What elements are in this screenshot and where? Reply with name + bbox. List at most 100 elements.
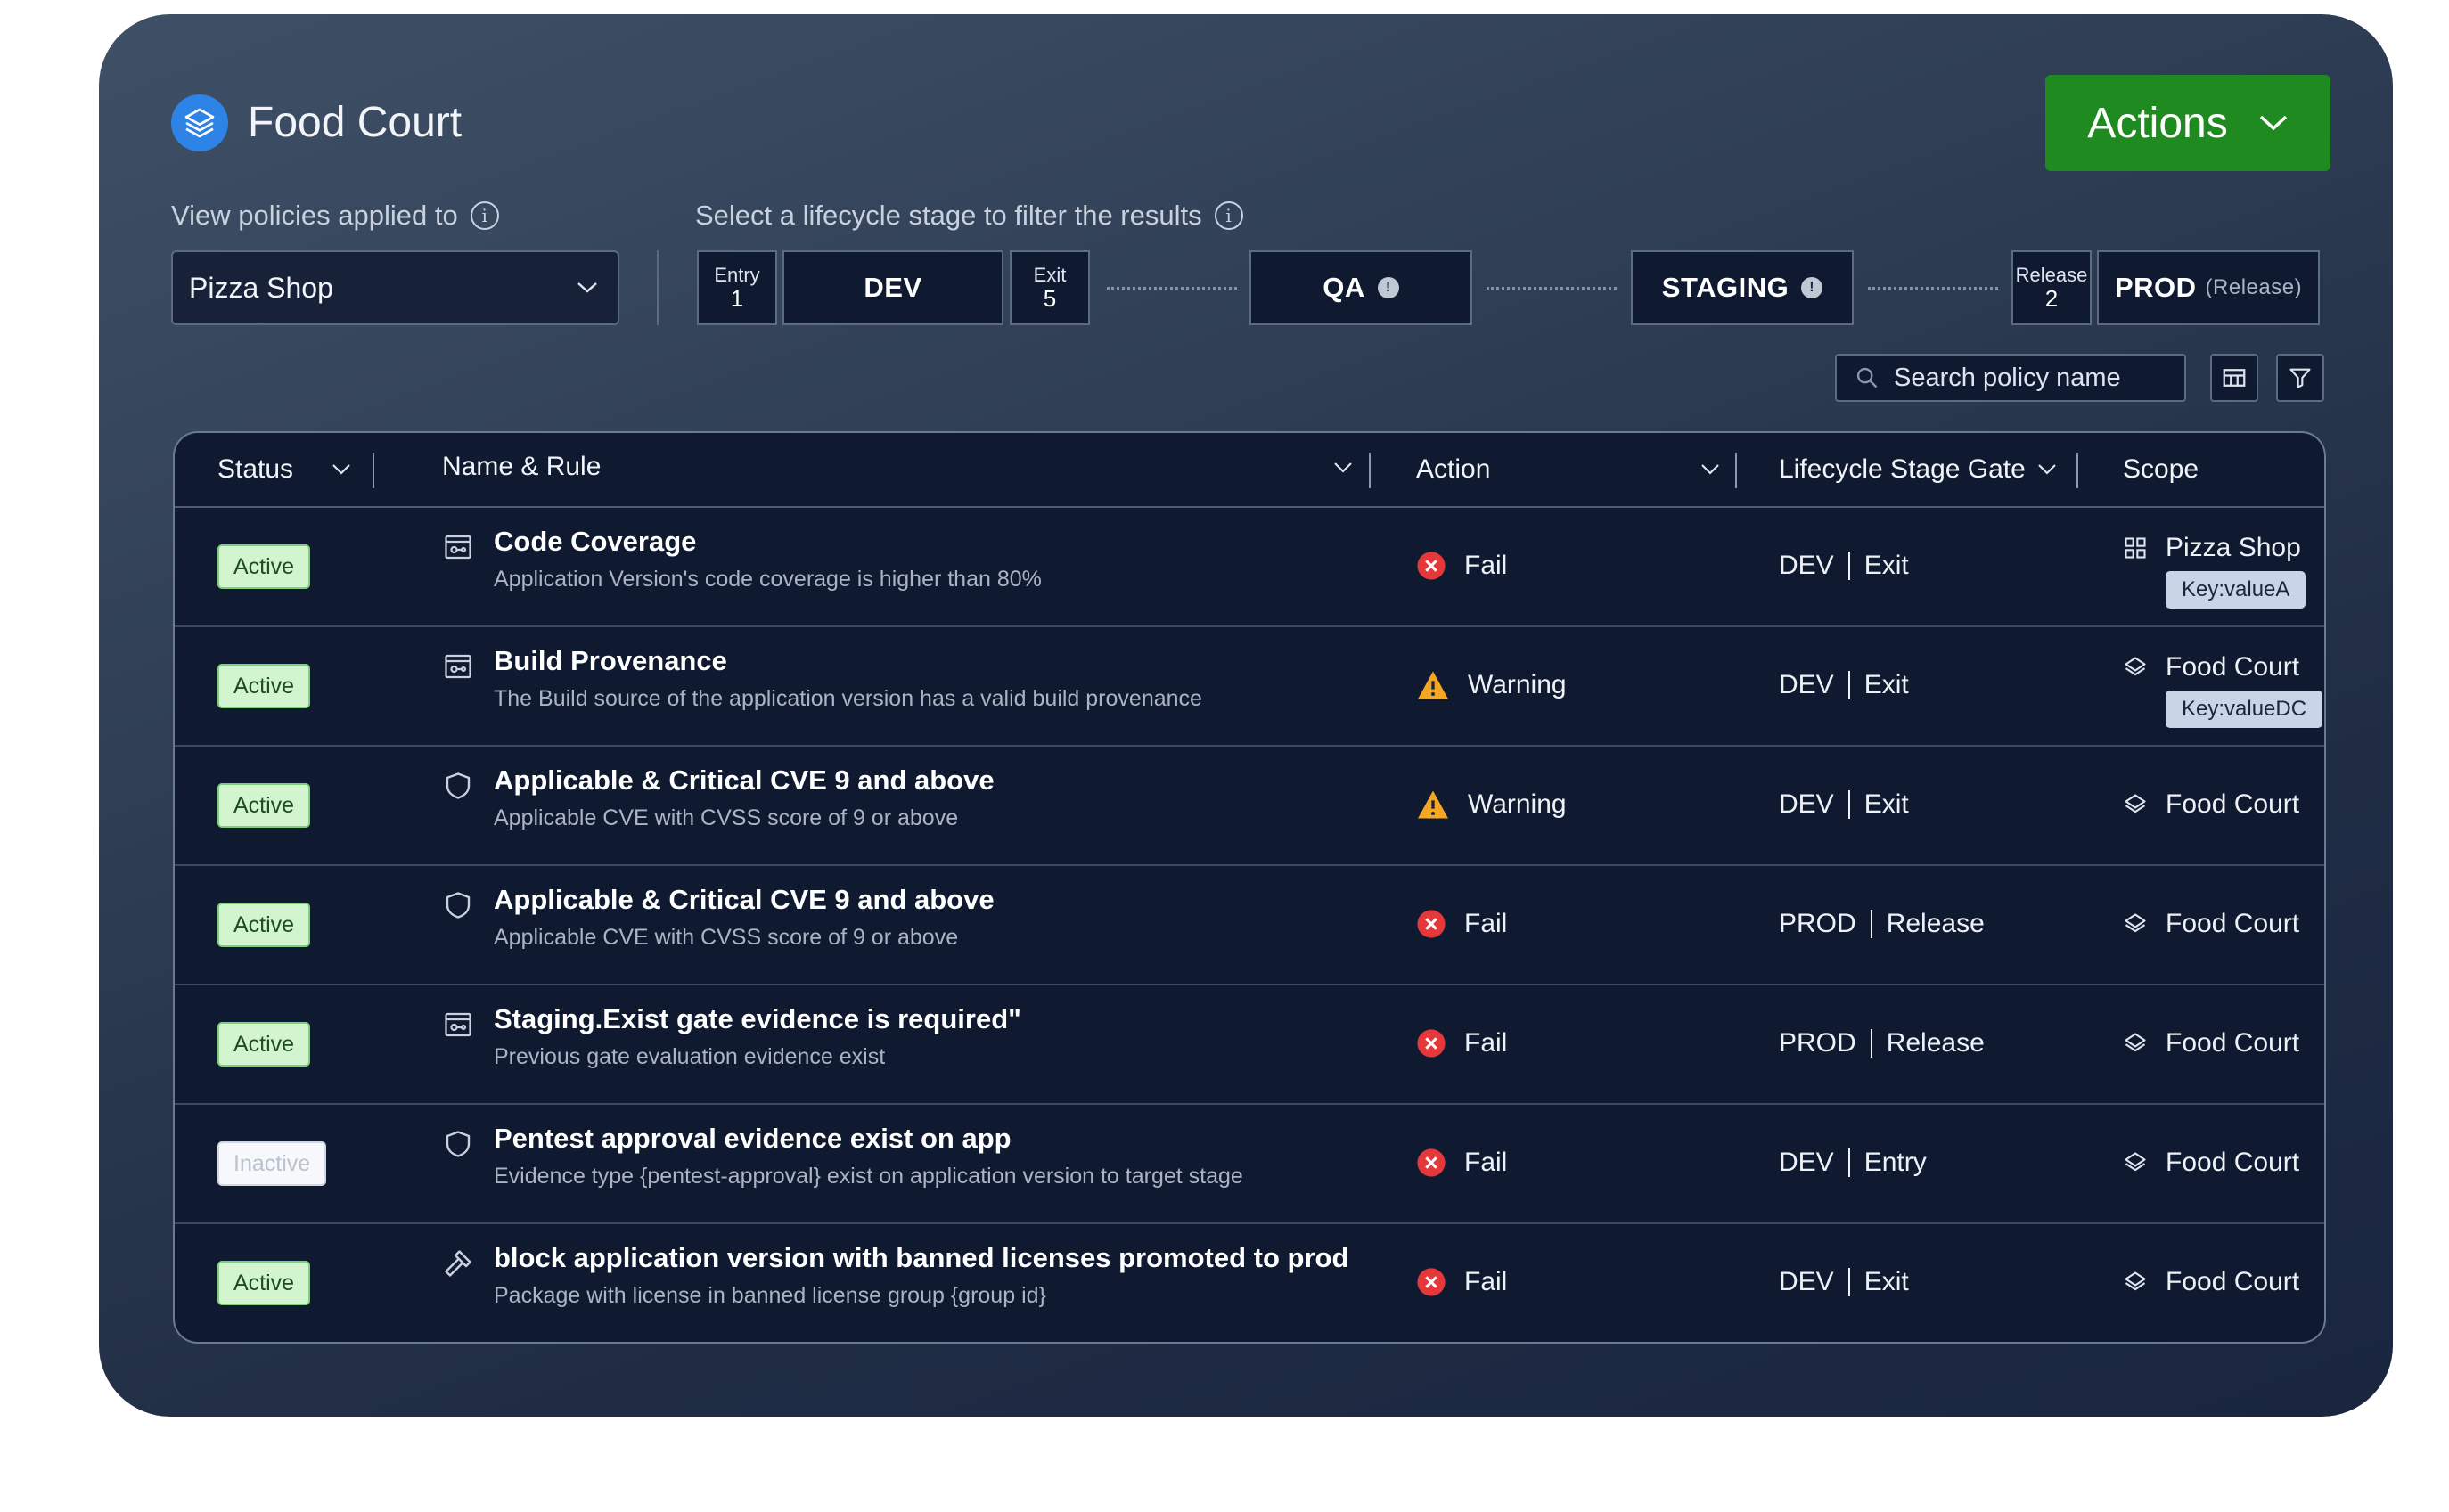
apps-grid-icon (2125, 537, 2146, 559)
error-icon (1417, 1148, 1446, 1177)
lifecycle-gate-cell: PROD Release (1779, 909, 1985, 938)
chevron-down-icon[interactable] (1333, 462, 1353, 474)
divider (657, 250, 659, 325)
status-badge: Active (217, 544, 311, 589)
columns-button[interactable] (2210, 354, 2258, 402)
stage-dev-exit[interactable]: Exit 5 (1010, 250, 1090, 325)
action-cell: Fail (1416, 1262, 1507, 1303)
table-row[interactable]: Active Code Coverage Application Version… (175, 506, 2324, 627)
chevron-down-icon (332, 464, 350, 475)
rule-name[interactable]: Code Coverage (494, 526, 696, 558)
rule-description: Evidence type {pentest-approval} exist o… (494, 1164, 1243, 1189)
table-row[interactable]: Active block application version with ba… (175, 1222, 2324, 1342)
stage-dev-entry[interactable]: Entry 1 (697, 250, 777, 325)
status-badge: Active (217, 903, 311, 947)
layers-icon (2125, 794, 2146, 813)
lifecycle-filter-label: Select a lifecycle stage to filter the r… (695, 196, 1243, 235)
action-cell: Warning (1416, 784, 1567, 825)
rule-name[interactable]: block application version with banned li… (494, 1242, 1348, 1274)
shield-icon (446, 1131, 471, 1157)
scope-cell: Food Court (2123, 1023, 2299, 1064)
scope-cell: Food Court (2123, 784, 2299, 825)
status-badge: Active (217, 664, 311, 708)
filter-button[interactable] (2276, 354, 2324, 402)
scope-key-tag: Key:valueA (2166, 571, 2306, 609)
rule-description: Application Version's code coverage is h… (494, 567, 1042, 592)
search-input[interactable]: Search policy name (1835, 354, 2186, 402)
layers-icon (2125, 1152, 2146, 1172)
rule-description: Applicable CVE with CVSS score of 9 or a… (494, 925, 959, 950)
column-divider (1369, 453, 1371, 488)
warning-icon (1418, 671, 1448, 699)
evidence-icon (445, 1012, 471, 1037)
warning-icon (1418, 790, 1448, 819)
table-row[interactable]: Inactive Pentest approval evidence exist… (175, 1103, 2324, 1224)
stage-connector (1487, 287, 1617, 290)
policies-table: Status Name & Rule Action Lifecycle Stag… (173, 431, 2326, 1344)
column-action[interactable]: Action (1416, 433, 1490, 506)
table-row[interactable]: Active Applicable & Critical CVE 9 and a… (175, 745, 2324, 866)
action-cell: Fail (1416, 1023, 1507, 1064)
layers-icon (2125, 913, 2146, 933)
stage-prod[interactable]: PROD (Release) (2097, 250, 2320, 325)
scope-cell: Food Court (2123, 1262, 2299, 1303)
chevron-down-icon[interactable] (2037, 463, 2057, 476)
policies-filter-label: View policies applied to i (171, 196, 499, 235)
table-row[interactable]: Active Applicable & Critical CVE 9 and a… (175, 864, 2324, 985)
rule-name[interactable]: Applicable & Critical CVE 9 and above (494, 764, 995, 797)
column-lifecycle-stage-gate[interactable]: Lifecycle Stage Gate (1779, 433, 2026, 506)
action-cell: Fail (1416, 545, 1507, 586)
rule-name[interactable]: Applicable & Critical CVE 9 and above (494, 884, 995, 916)
scope-cell: Food Court (2123, 1142, 2299, 1183)
rule-name[interactable]: Build Provenance (494, 645, 727, 677)
chevron-down-icon (577, 282, 597, 293)
info-icon[interactable]: i (470, 201, 499, 230)
rule-description: Applicable CVE with CVSS score of 9 or a… (494, 805, 959, 830)
info-icon: ! (1801, 277, 1823, 298)
shield-icon (446, 772, 471, 799)
action-cell: Fail (1416, 1142, 1507, 1183)
filter-icon (2289, 368, 2311, 388)
layers-icon (2125, 1271, 2146, 1291)
lifecycle-gate-cell: DEV Exit (1779, 1267, 1909, 1296)
rule-description: The Build source of the application vers… (494, 686, 1202, 711)
column-name-rule[interactable]: Name & Rule (442, 433, 601, 503)
info-icon: ! (1377, 277, 1399, 298)
table-row[interactable]: Active Build Provenance The Build source… (175, 625, 2324, 747)
layers-icon (171, 94, 228, 151)
table-columns-icon (2223, 369, 2246, 387)
lifecycle-gate-cell: DEV Entry (1779, 1148, 1927, 1177)
evidence-icon (445, 535, 471, 560)
column-divider (2076, 453, 2078, 488)
stage-qa[interactable]: QA! (1249, 250, 1472, 325)
status-badge: Active (217, 1261, 311, 1305)
table-row[interactable]: Active Staging.Exist gate evidence is re… (175, 984, 2324, 1105)
column-status[interactable]: Status (217, 433, 350, 506)
stage-connector (1107, 287, 1237, 290)
actions-label: Actions (2087, 99, 2228, 147)
info-icon[interactable]: i (1214, 201, 1243, 230)
rule-name[interactable]: Pentest approval evidence exist on app (494, 1123, 1012, 1155)
page-title: Food Court (248, 99, 463, 146)
lifecycle-gate-cell: DEV Exit (1779, 551, 1909, 580)
status-badge: Active (217, 1022, 311, 1067)
column-scope[interactable]: Scope (2123, 433, 2199, 506)
rule-description: Package with license in banned license g… (494, 1283, 1046, 1308)
action-cell: Fail (1416, 903, 1507, 944)
action-cell: Warning (1416, 665, 1567, 706)
error-icon (1417, 1029, 1446, 1058)
stage-prod-release[interactable]: Release 2 (2011, 250, 2092, 325)
search-icon (1856, 367, 1878, 388)
stage-dev[interactable]: DEV (782, 250, 1003, 325)
rule-description: Previous gate evaluation evidence exist (494, 1044, 886, 1069)
rule-name[interactable]: Staging.Exist gate evidence is required" (494, 1003, 1021, 1035)
stage-staging[interactable]: STAGING! (1631, 250, 1854, 325)
actions-button[interactable]: Actions (2045, 75, 2330, 171)
policies-select[interactable]: Pizza Shop (171, 250, 619, 325)
shield-icon (446, 892, 471, 919)
chevron-down-icon[interactable] (1700, 463, 1720, 476)
lifecycle-gate-cell: PROD Release (1779, 1028, 1985, 1058)
layers-icon (2125, 1033, 2146, 1052)
chevron-down-icon (2259, 115, 2287, 131)
lifecycle-gate-cell: DEV Exit (1779, 670, 1909, 699)
